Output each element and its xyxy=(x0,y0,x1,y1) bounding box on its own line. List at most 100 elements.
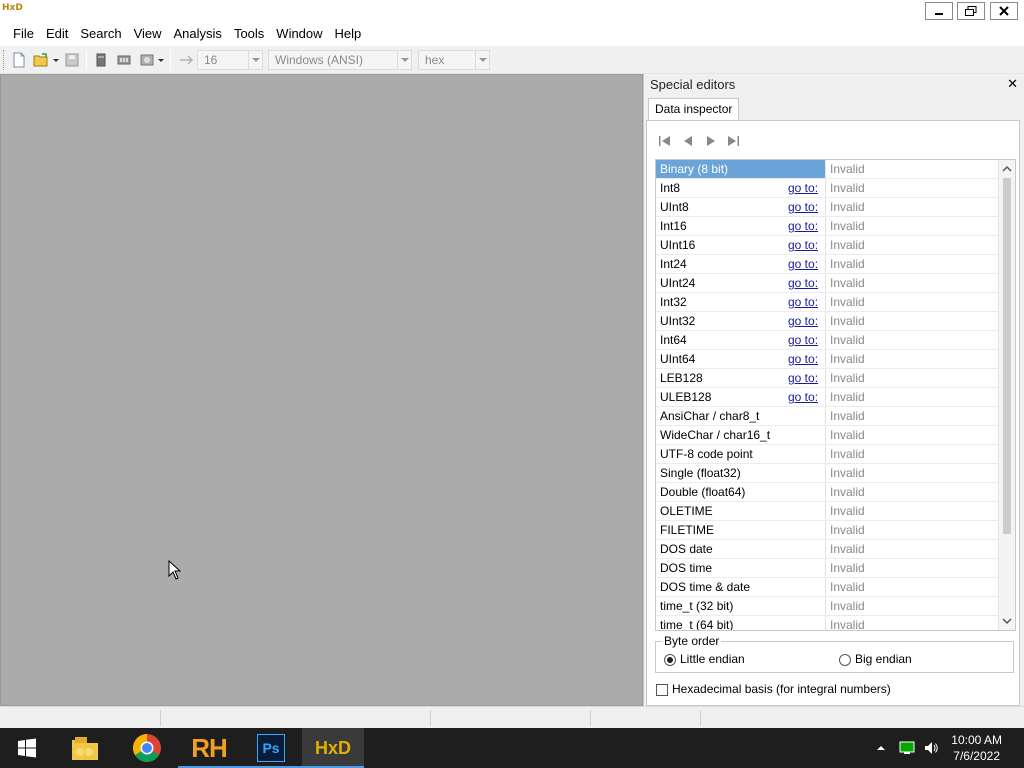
last-icon[interactable] xyxy=(725,133,741,149)
menu-file[interactable]: File xyxy=(7,22,40,46)
inspector-row[interactable]: UTF-8 code point Invalid xyxy=(656,445,999,464)
volume-icon[interactable] xyxy=(923,740,939,756)
goto-link[interactable]: go to: xyxy=(788,388,995,406)
goto-link[interactable]: go to: xyxy=(788,350,995,368)
inspector-row[interactable]: Single (float32) Invalid xyxy=(656,464,999,483)
close-button[interactable] xyxy=(990,2,1018,20)
goto-link[interactable]: go to: xyxy=(788,293,995,311)
inspector-value[interactable]: Invalid xyxy=(830,521,865,539)
inspector-value[interactable]: Invalid xyxy=(830,597,865,615)
inspector-row[interactable]: DOS time Invalid xyxy=(656,559,999,578)
inspector-row[interactable]: time_t (64 bit) Invalid xyxy=(656,616,999,630)
toolbar-grip[interactable] xyxy=(3,50,6,70)
inspector-row[interactable]: Int64 go to: Invalid xyxy=(656,331,999,350)
inspector-row[interactable]: Int16 go to: Invalid xyxy=(656,217,999,236)
inspector-row[interactable]: FILETIME Invalid xyxy=(656,521,999,540)
goto-link[interactable]: go to: xyxy=(788,179,995,197)
inspector-row[interactable]: OLETIME Invalid xyxy=(656,502,999,521)
goto-link[interactable]: go to: xyxy=(788,217,995,235)
little-endian-radio[interactable] xyxy=(664,654,676,666)
open-ram-icon[interactable] xyxy=(116,52,132,68)
inspector-value[interactable]: Invalid xyxy=(830,502,865,520)
inspector-row[interactable]: Int8 go to: Invalid xyxy=(656,179,999,198)
inspector-row[interactable]: UInt64 go to: Invalid xyxy=(656,350,999,369)
taskbar-file-explorer[interactable] xyxy=(54,728,116,768)
first-icon[interactable] xyxy=(657,133,673,149)
inspector-value[interactable]: Invalid xyxy=(830,616,865,630)
inspector-value[interactable]: Invalid xyxy=(830,388,865,406)
inspector-value[interactable]: Invalid xyxy=(830,312,865,330)
scrollbar-thumb[interactable] xyxy=(1003,178,1011,534)
scroll-up-icon[interactable] xyxy=(1002,164,1012,174)
bytes-per-row-select[interactable]: 16 xyxy=(197,50,263,70)
tab-data-inspector[interactable]: Data inspector xyxy=(648,98,740,120)
inspector-row[interactable]: UInt8 go to: Invalid xyxy=(656,198,999,217)
inspector-value[interactable]: Invalid xyxy=(830,255,865,273)
inspector-value[interactable]: Invalid xyxy=(830,559,865,577)
open-file-icon[interactable] xyxy=(33,52,49,68)
taskbar-photoshop[interactable]: Ps xyxy=(240,728,302,768)
inspector-row[interactable]: Double (float64) Invalid xyxy=(656,483,999,502)
previous-icon[interactable] xyxy=(680,133,696,149)
minimize-button[interactable] xyxy=(925,2,953,20)
restore-button[interactable] xyxy=(957,2,985,20)
goto-link[interactable]: go to: xyxy=(788,236,995,254)
panel-close-icon[interactable]: ✕ xyxy=(1007,77,1018,93)
goto-link[interactable]: go to: xyxy=(788,255,995,273)
inspector-row[interactable]: time_t (32 bit) Invalid xyxy=(656,597,999,616)
menu-tools[interactable]: Tools xyxy=(228,22,270,46)
big-endian-label[interactable]: Big endian xyxy=(855,651,912,667)
tools-dropdown-icon[interactable] xyxy=(157,52,165,68)
open-disk-icon[interactable] xyxy=(93,52,109,68)
inspector-value[interactable]: Invalid xyxy=(830,540,865,558)
editor-area[interactable] xyxy=(0,74,643,706)
inspector-row[interactable]: DOS time & date Invalid xyxy=(656,578,999,597)
inspector-row[interactable]: DOS date Invalid xyxy=(656,540,999,559)
inspector-row[interactable]: UInt24 go to: Invalid xyxy=(656,274,999,293)
inspector-value[interactable]: Invalid xyxy=(830,293,865,311)
charset-select[interactable]: Windows (ANSI) xyxy=(268,50,412,70)
menu-window[interactable]: Window xyxy=(270,22,328,46)
scroll-down-icon[interactable] xyxy=(1002,616,1012,626)
goto-link[interactable]: go to: xyxy=(788,198,995,216)
inspector-row[interactable]: WideChar / char16_t Invalid xyxy=(656,426,999,445)
inspector-value[interactable]: Invalid xyxy=(830,369,865,387)
hex-basis-checkbox[interactable] xyxy=(656,684,668,696)
inspector-value[interactable]: Invalid xyxy=(830,198,865,216)
start-button[interactable] xyxy=(0,728,54,768)
tools-icon[interactable] xyxy=(139,52,155,68)
inspector-row[interactable]: UInt32 go to: Invalid xyxy=(656,312,999,331)
menu-edit[interactable]: Edit xyxy=(40,22,74,46)
inspector-value[interactable]: Invalid xyxy=(830,350,865,368)
goto-link[interactable]: go to: xyxy=(788,312,995,330)
inspector-value[interactable]: Invalid xyxy=(830,217,865,235)
taskbar-chrome[interactable] xyxy=(116,728,178,768)
hex-basis-label[interactable]: Hexadecimal basis (for integral numbers) xyxy=(672,681,891,697)
save-icon[interactable] xyxy=(64,52,80,68)
next-icon[interactable] xyxy=(703,133,719,149)
inspector-value[interactable]: Invalid xyxy=(830,578,865,596)
inspector-value[interactable]: Invalid xyxy=(830,483,865,501)
menu-view[interactable]: View xyxy=(128,22,168,46)
goto-link[interactable]: go to: xyxy=(788,274,995,292)
goto-link[interactable]: go to: xyxy=(788,369,995,387)
inspector-value[interactable]: Invalid xyxy=(830,160,865,178)
inspector-row[interactable]: ULEB128 go to: Invalid xyxy=(656,388,999,407)
new-file-icon[interactable] xyxy=(11,52,27,68)
inspector-value[interactable]: Invalid xyxy=(830,445,865,463)
inspector-value[interactable]: Invalid xyxy=(830,274,865,292)
network-icon[interactable] xyxy=(899,740,915,756)
menu-search[interactable]: Search xyxy=(74,22,127,46)
inspector-row[interactable]: Binary (8 bit) Invalid xyxy=(656,160,999,179)
inspector-value[interactable]: Invalid xyxy=(830,179,865,197)
inspector-row[interactable]: LEB128 go to: Invalid xyxy=(656,369,999,388)
little-endian-label[interactable]: Little endian xyxy=(680,651,745,667)
inspector-value[interactable]: Invalid xyxy=(830,331,865,349)
menu-help[interactable]: Help xyxy=(329,22,368,46)
inspector-value[interactable]: Invalid xyxy=(830,236,865,254)
taskbar-clock[interactable]: 10:00 AM 7/6/2022 xyxy=(951,732,1002,764)
show-hidden-icons-icon[interactable] xyxy=(876,740,886,756)
open-dropdown-icon[interactable] xyxy=(52,52,60,68)
inspector-value[interactable]: Invalid xyxy=(830,426,865,444)
big-endian-radio[interactable] xyxy=(839,654,851,666)
